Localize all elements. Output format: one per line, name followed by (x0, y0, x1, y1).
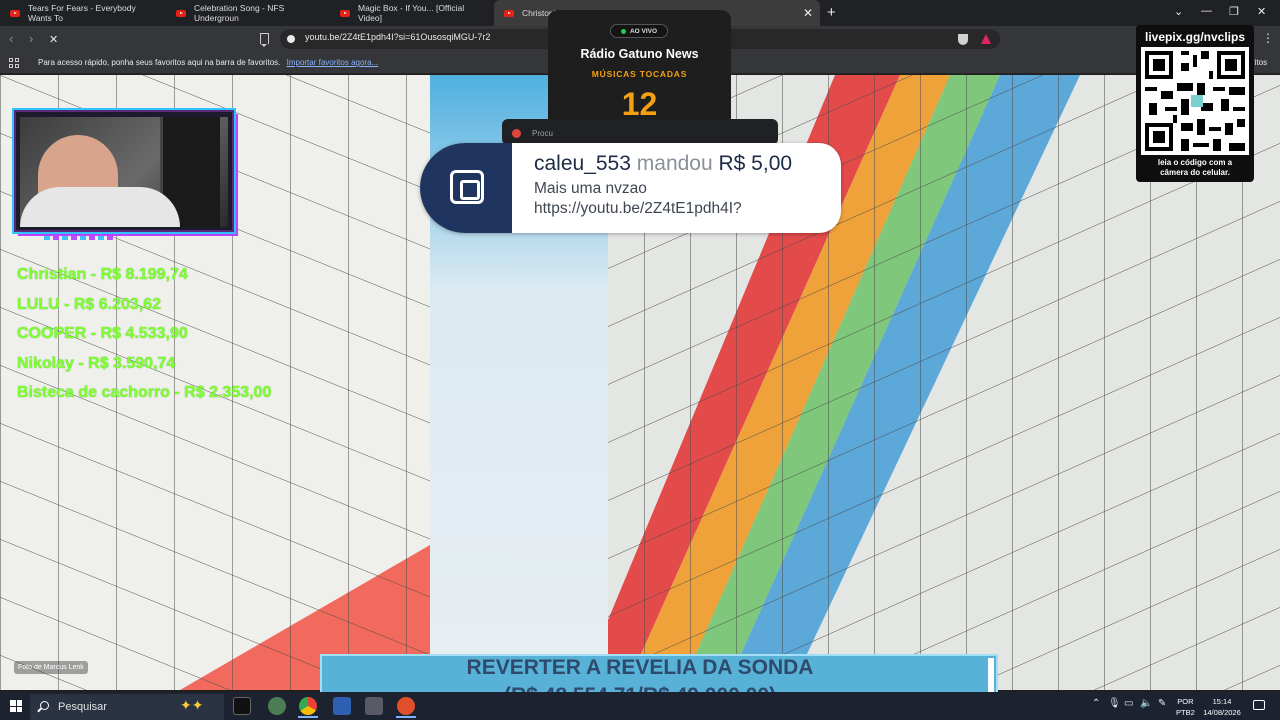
terminal-app-icon[interactable] (233, 697, 251, 715)
brave-shield-icon[interactable] (958, 34, 968, 45)
search-suggestion-text: Procu (532, 129, 553, 138)
maximize-icon[interactable]: ❐ (1229, 5, 1239, 18)
ranking-entry: LULU - R$ 6.203,62 (17, 295, 162, 313)
donation-message: Mais uma nvzao https://youtu.be/2Z4tE1pd… (534, 179, 742, 219)
search-icon (40, 701, 49, 710)
back-icon[interactable]: ‹ (9, 31, 13, 46)
language-indicator[interactable]: POR PTB2 (1176, 696, 1195, 718)
youtube-icon (10, 9, 20, 17)
taskbar-clock[interactable]: 15:14 14/08/2026 (1200, 696, 1244, 718)
donation-verb: mandou (636, 152, 713, 175)
language-line: POR (1177, 697, 1194, 706)
network-icon[interactable]: ▭ (1124, 698, 1133, 709)
clock-time: 15:14 (1212, 697, 1232, 706)
notifications-icon[interactable] (1253, 700, 1265, 710)
tab-title: Tears For Fears - Everybody Wants To (28, 3, 136, 23)
other-bookmarks[interactable]: ritos (1252, 58, 1267, 67)
ranking-entry: COOPER - R$ 4.533,90 (17, 325, 188, 343)
bookmarks-hint: Para acesso rápido, ponha seus favoritos… (38, 58, 378, 67)
taskbar-search-placeholder[interactable]: Pesquisar (58, 701, 107, 713)
app-icon[interactable] (333, 697, 351, 715)
bookmarks-hint-text: Para acesso rápido, ponha seus favoritos… (38, 58, 281, 67)
site-info-icon[interactable] (287, 35, 295, 43)
forward-icon[interactable]: › (29, 31, 33, 46)
donor-name: caleu_553 (534, 152, 631, 175)
brave-icon[interactable] (397, 697, 415, 715)
stop-loading-icon[interactable]: ✕ (49, 33, 58, 46)
donation-message-line: https://youtu.be/2Z4tE1pdh4I? (534, 200, 742, 217)
active-app-indicator (396, 716, 416, 718)
radio-subtitle: MÚSICAS TOCADAS (591, 69, 688, 79)
songs-played-count: 12 (621, 86, 658, 122)
live-dot-icon (620, 28, 626, 34)
minimize-icon[interactable]: — (1201, 5, 1212, 17)
close-window-icon[interactable]: ✕ (1257, 5, 1266, 18)
youtube-icon (340, 9, 350, 17)
tab-title: Celebration Song - NFS Undergroun (194, 3, 285, 23)
tab-tears-for-fears[interactable]: Tears For Fears - Everybody Wants To (0, 0, 170, 26)
donor-ranking: Christian - R$ 8.199,74 LULU - R$ 6.203,… (17, 264, 271, 412)
ranking-entry: Bisteca de cachorro - R$ 2.353,00 (17, 384, 272, 402)
url-text[interactable]: youtu.be/2Z4tE1pdh4I?si=61OusosqiMGU-7r2 (305, 32, 490, 42)
tab-celebration-song[interactable]: Celebration Song - NFS Undergroun (166, 0, 328, 26)
language-line: PTB2 (1176, 708, 1195, 717)
live-badge: AO VIVO (610, 24, 668, 38)
apps-grid-icon[interactable] (9, 58, 19, 68)
webcam-video (20, 117, 228, 227)
goal-title: REVERTER A REVELIA DA SONDA (466, 656, 814, 679)
chrome-icon[interactable] (299, 697, 317, 715)
qr-caption: leia o código com a câmera do celular. (1136, 158, 1254, 178)
tab-list-chevron-icon[interactable]: ⌄ (1174, 5, 1183, 18)
livepix-logo-icon (450, 170, 484, 204)
tab-magic-box[interactable]: Magic Box - If You... [Official Video] (330, 0, 492, 26)
close-tab-icon[interactable]: ✕ (803, 6, 813, 20)
radio-title: Rádio Gatuno News (580, 47, 699, 61)
qr-code (1141, 47, 1249, 155)
live-label: AO VIVO (629, 27, 658, 35)
donation-message-line: Mais uma nvzao (534, 180, 647, 197)
new-tab-button[interactable]: + (827, 4, 836, 21)
tray-chevron-icon[interactable]: ⌃ (1092, 698, 1100, 709)
clock-date: 14/08/2026 (1203, 708, 1241, 717)
photo-credit: Foto de Marcus Lenk (14, 661, 88, 674)
youtube-icon (504, 9, 514, 17)
tab-title: Magic Box - If You... [Official Video] (358, 3, 465, 23)
qr-title: livepix.gg/nvclips (1144, 30, 1246, 44)
ranking-entry: Nikolay - R$ 3.590,74 (17, 354, 176, 372)
youtube-icon (176, 9, 186, 17)
windows-start-icon[interactable] (10, 700, 22, 712)
menu-icon[interactable]: ⋮ (1262, 31, 1274, 45)
bookmark-icon[interactable] (260, 33, 269, 47)
qr-caption-line: câmera do celular. (1160, 168, 1230, 177)
webcam-decoration (44, 236, 114, 240)
import-bookmarks-link[interactable]: Importar favoritos agora... (287, 58, 379, 67)
brave-rewards-icon[interactable] (981, 34, 991, 44)
active-app-indicator (298, 716, 318, 718)
ranking-entry: Christian - R$ 8.199,74 (17, 266, 188, 283)
qr-caption-line: leia o código com a (1157, 158, 1233, 167)
donation-amount: R$ 5,00 (718, 152, 793, 175)
volume-icon[interactable]: 🔈 (1140, 698, 1152, 709)
microphone-icon[interactable]: 🎙 (1108, 698, 1121, 709)
copilot-sparkle-icon[interactable]: ✦✦ (180, 697, 203, 714)
streamer-shirt (20, 187, 180, 227)
pen-icon[interactable]: ✎ (1158, 698, 1166, 709)
donation-header: caleu_553 mandou R$ 5,00 (534, 152, 792, 176)
app-icon[interactable] (268, 697, 286, 715)
app-icon[interactable] (365, 697, 383, 715)
brave-icon (512, 129, 521, 138)
